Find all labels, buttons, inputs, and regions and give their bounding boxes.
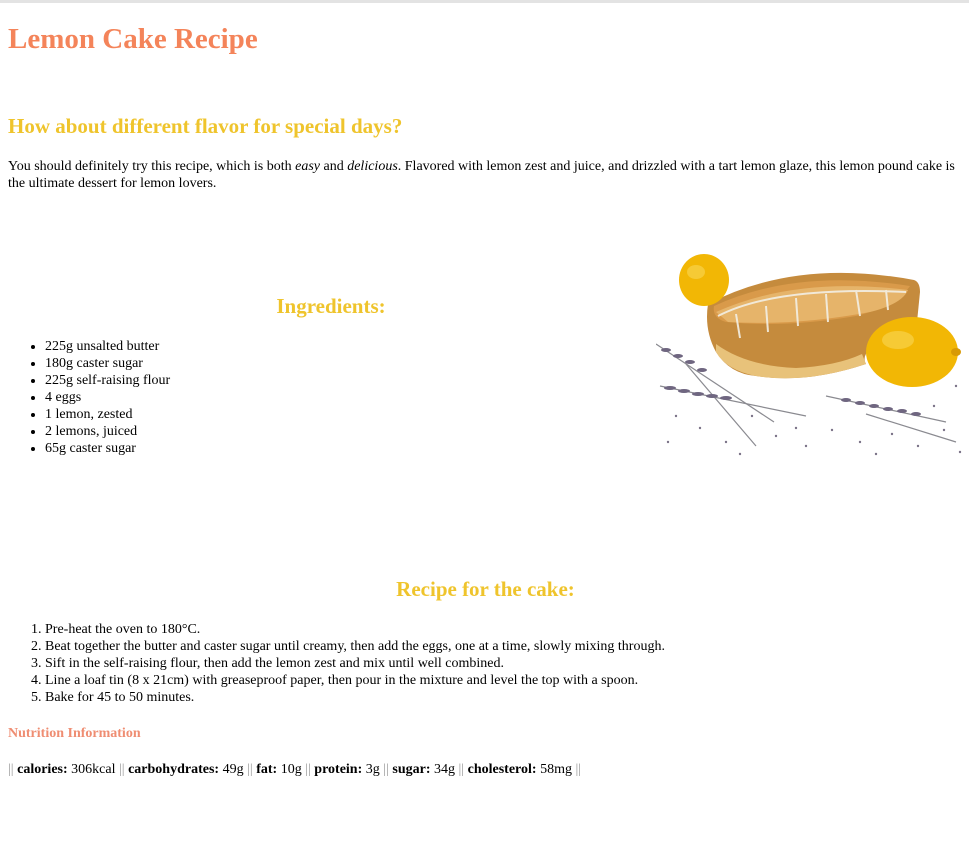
intro-emphasis-easy: easy [295,159,320,174]
intro-text-and: and [320,159,348,174]
ingredient-item: 1 lemon, zested [45,406,170,423]
page-title: Lemon Cake Recipe [8,23,258,55]
nutrition-value-cholesterol: 58mg [540,762,572,777]
page-subtitle: How about different flavor for special d… [8,114,403,138]
nutrition-label-calories: calories: [17,762,68,777]
nutrition-value-sugar: 34g [434,762,455,777]
recipe-heading: Recipe for the cake: [396,577,575,601]
nutrition-separator: || [305,762,311,777]
intro-paragraph: You should definitely try this recipe, w… [8,158,958,192]
nutrition-separator: || [247,762,253,777]
browser-top-border [0,0,969,3]
nutrition-value-fat: 10g [280,762,302,777]
nutrition-value-calories: 306kcal [71,762,116,777]
lemon-cake-image [656,254,962,456]
recipe-step: Bake for 45 to 50 minutes. [45,689,665,706]
recipe-steps-list: Pre-heat the oven to 180°C. Beat togethe… [8,621,665,706]
nutrition-heading: Nutrition Information [8,726,141,741]
nutrition-value-carbohydrates: 49g [222,762,244,777]
intro-text-1: You should definitely try this recipe, w… [8,159,296,174]
ingredient-item: 4 eggs [45,389,170,406]
recipe-step: Sift in the self-raising flour, then add… [45,655,665,672]
recipe-step: Pre-heat the oven to 180°C. [45,621,665,638]
nutrition-label-cholesterol: cholesterol: [467,762,537,777]
ingredient-item: 225g unsalted butter [45,338,170,355]
nutrition-line: || calories: 306kcal || carbohydrates: 4… [8,762,581,778]
ingredient-item: 180g caster sugar [45,355,170,372]
ingredient-item: 65g caster sugar [45,440,170,457]
recipe-step: Beat together the butter and caster suga… [45,638,665,655]
nutrition-separator: || [118,762,125,777]
recipe-step: Line a loaf tin (8 x 21cm) with greasepr… [45,672,665,689]
nutrition-label-fat: fat: [256,762,278,777]
ingredients-list: 225g unsalted butter 180g caster sugar 2… [8,338,170,457]
nutrition-label-protein: protein: [314,762,363,777]
nutrition-separator: || [383,762,389,777]
nutrition-value-protein: 3g [365,762,380,777]
ingredient-item: 2 lemons, juiced [45,423,170,440]
nutrition-separator: || [575,762,582,777]
nutrition-separator: || [8,762,14,777]
ingredient-item: 225g self-raising flour [45,372,170,389]
intro-emphasis-delicious: delicious [347,159,398,174]
nutrition-separator: || [458,762,465,777]
ingredients-heading: Ingredients: [276,294,386,318]
nutrition-label-carbohydrates: carbohydrates: [128,762,220,777]
nutrition-label-sugar: sugar: [392,762,431,777]
